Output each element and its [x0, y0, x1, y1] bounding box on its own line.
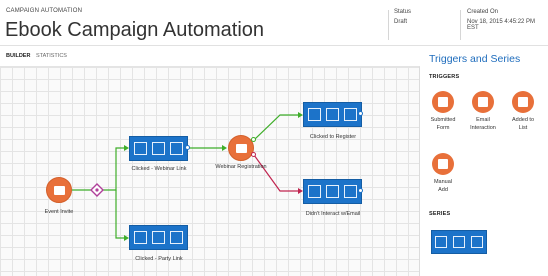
- created-on-label: Created On: [467, 9, 499, 15]
- connector-handle[interactable]: [358, 111, 363, 116]
- tile-slot: [152, 142, 165, 155]
- manual-add-icon: [432, 153, 454, 175]
- page-title: Ebook Campaign Automation: [5, 19, 265, 41]
- tab-statistics[interactable]: STATISTICS: [36, 53, 67, 59]
- list-icon: [512, 91, 534, 113]
- event-invite-icon: [54, 186, 65, 195]
- no-handle[interactable]: [251, 152, 256, 157]
- clicked-webinar-label: Clicked - Webinar Link: [131, 166, 187, 172]
- didnt-interact-label: Didn't Interact w/Email: [305, 211, 361, 217]
- trigger-submitted-form[interactable]: Submitted Form: [423, 91, 463, 132]
- event-invite-node[interactable]: [46, 177, 72, 203]
- didnt-interact-tile[interactable]: [303, 179, 362, 204]
- triggers-series-panel: Triggers and Series TRIGGERS Submitted F…: [421, 46, 548, 276]
- trigger-label: Submitted: [430, 117, 456, 123]
- trigger-label: Email: [476, 117, 490, 123]
- trigger-label: Interaction: [470, 125, 496, 131]
- tile-slot: [344, 108, 357, 121]
- tile-slot: [134, 142, 147, 155]
- clicked-register-tile[interactable]: [303, 102, 362, 127]
- trigger-added-to-list[interactable]: Added to List: [503, 91, 543, 132]
- clicked-webinar-tile[interactable]: [129, 136, 188, 161]
- webinar-registration-icon: [236, 144, 247, 153]
- clicked-party-tile[interactable]: [129, 225, 188, 250]
- series-heading: SERIES: [429, 211, 451, 217]
- webinar-registration-label: Webinar Registration: [215, 164, 267, 170]
- arrow-head: [222, 145, 227, 151]
- event-invite-label: Event Invite: [44, 209, 74, 215]
- panel-title: Triggers and Series: [429, 53, 521, 65]
- status-label: Status: [394, 9, 412, 15]
- tile-slot: [453, 236, 465, 248]
- trigger-label: Added to: [511, 117, 535, 123]
- connector-line: [253, 154, 298, 192]
- form-icon: [432, 91, 454, 113]
- tile-slot: [170, 142, 183, 155]
- trigger-manual-add[interactable]: Manual Add: [423, 153, 463, 194]
- trigger-label: Manual: [433, 179, 453, 185]
- tile-slot: [326, 108, 339, 121]
- page-header: CAMPAIGN AUTOMATION Ebook Campaign Autom…: [0, 0, 548, 46]
- trigger-label: Form: [436, 125, 450, 131]
- flow-connectors: [72, 112, 303, 241]
- clicked-register-label: Clicked to Register: [309, 134, 357, 140]
- tile-slot: [326, 185, 339, 198]
- split-dot: [95, 188, 99, 192]
- tile-slot: [471, 236, 483, 248]
- tile-slot: [170, 231, 183, 244]
- trigger-label: List: [518, 125, 528, 131]
- trigger-label: Add: [438, 187, 448, 193]
- tile-slot: [308, 108, 321, 121]
- builder-canvas[interactable]: Event Invite Clicked - Webinar Link Clic…: [0, 66, 420, 276]
- connector-handle[interactable]: [185, 145, 190, 150]
- yes-handle[interactable]: [251, 137, 256, 142]
- series-tile[interactable]: [431, 230, 487, 254]
- clicked-party-label: Clicked - Party Link: [135, 256, 183, 262]
- tile-slot: [134, 231, 147, 244]
- connector-handle[interactable]: [358, 188, 363, 193]
- tab-builder[interactable]: BUILDER: [6, 53, 30, 59]
- trigger-email-interaction[interactable]: Email Interaction: [463, 91, 503, 132]
- triggers-heading: TRIGGERS: [429, 74, 460, 80]
- status-value: Draft: [394, 19, 408, 25]
- header-divider: [388, 10, 389, 40]
- breadcrumb[interactable]: CAMPAIGN AUTOMATION: [6, 8, 82, 14]
- created-on-value: Nov 18, 2015 4:45:22 PM EST: [467, 19, 536, 31]
- tile-slot: [308, 185, 321, 198]
- tile-slot: [152, 231, 165, 244]
- tile-slot: [435, 236, 447, 248]
- header-divider: [460, 10, 461, 40]
- tile-slot: [344, 185, 357, 198]
- connector-line: [115, 190, 124, 239]
- email-icon: [472, 91, 494, 113]
